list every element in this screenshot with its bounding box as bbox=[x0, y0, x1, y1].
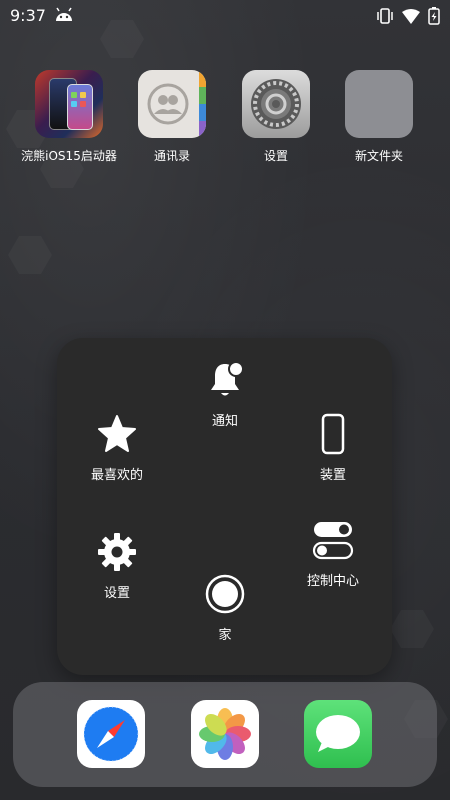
toggle-switches-icon bbox=[283, 518, 383, 562]
menu-item-device[interactable]: 装置 bbox=[283, 412, 383, 483]
battery-charging-icon bbox=[428, 7, 440, 29]
safari-icon[interactable] bbox=[77, 700, 145, 768]
settings-gear-icon bbox=[242, 70, 310, 138]
menu-label: 设置 bbox=[103, 586, 130, 601]
menu-label: 控制中心 bbox=[306, 574, 359, 589]
app-contacts[interactable]: 通讯录 bbox=[122, 70, 222, 164]
app-label: 新文件夹 bbox=[354, 149, 403, 163]
folder-icon bbox=[345, 70, 413, 138]
wallpaper-hexagon bbox=[390, 610, 434, 648]
menu-label: 装置 bbox=[319, 468, 346, 483]
menu-item-settings[interactable]: 设置 bbox=[67, 530, 167, 601]
assistive-touch-menu: 通知 最喜欢的 装置 设置 控制中心 家 bbox=[57, 338, 392, 675]
bell-icon bbox=[175, 358, 275, 402]
photos-icon[interactable] bbox=[191, 700, 259, 768]
vibrate-icon bbox=[376, 8, 394, 28]
app-new-folder[interactable]: 新文件夹 bbox=[329, 70, 429, 164]
contacts-icon bbox=[138, 70, 206, 138]
menu-label: 家 bbox=[218, 628, 232, 643]
app-ios15-launcher[interactable]: 浣熊iOS15启动器 bbox=[19, 70, 119, 164]
menu-item-notifications[interactable]: 通知 bbox=[175, 358, 275, 429]
wifi-icon bbox=[402, 8, 420, 28]
menu-item-control-center[interactable]: 控制中心 bbox=[283, 518, 383, 589]
status-bar: 9:37 bbox=[0, 0, 450, 32]
ios15-launcher-icon bbox=[35, 70, 103, 138]
menu-item-home[interactable]: 家 bbox=[175, 572, 275, 643]
app-label: 通讯录 bbox=[153, 149, 190, 163]
phone-device-icon bbox=[283, 412, 383, 456]
android-icon bbox=[54, 7, 74, 27]
app-label: 设置 bbox=[263, 149, 288, 163]
app-label: 浣熊iOS15启动器 bbox=[21, 149, 117, 163]
menu-item-favorites[interactable]: 最喜欢的 bbox=[67, 412, 167, 483]
gear-icon bbox=[67, 530, 167, 574]
dock bbox=[13, 682, 437, 787]
menu-label: 通知 bbox=[211, 414, 238, 429]
home-button-icon bbox=[175, 572, 275, 616]
status-time: 9:37 bbox=[10, 6, 46, 25]
app-settings[interactable]: 设置 bbox=[226, 70, 326, 164]
star-icon bbox=[67, 412, 167, 456]
wallpaper-hexagon bbox=[8, 236, 52, 274]
menu-label: 最喜欢的 bbox=[90, 468, 143, 483]
messages-icon[interactable] bbox=[304, 700, 372, 768]
